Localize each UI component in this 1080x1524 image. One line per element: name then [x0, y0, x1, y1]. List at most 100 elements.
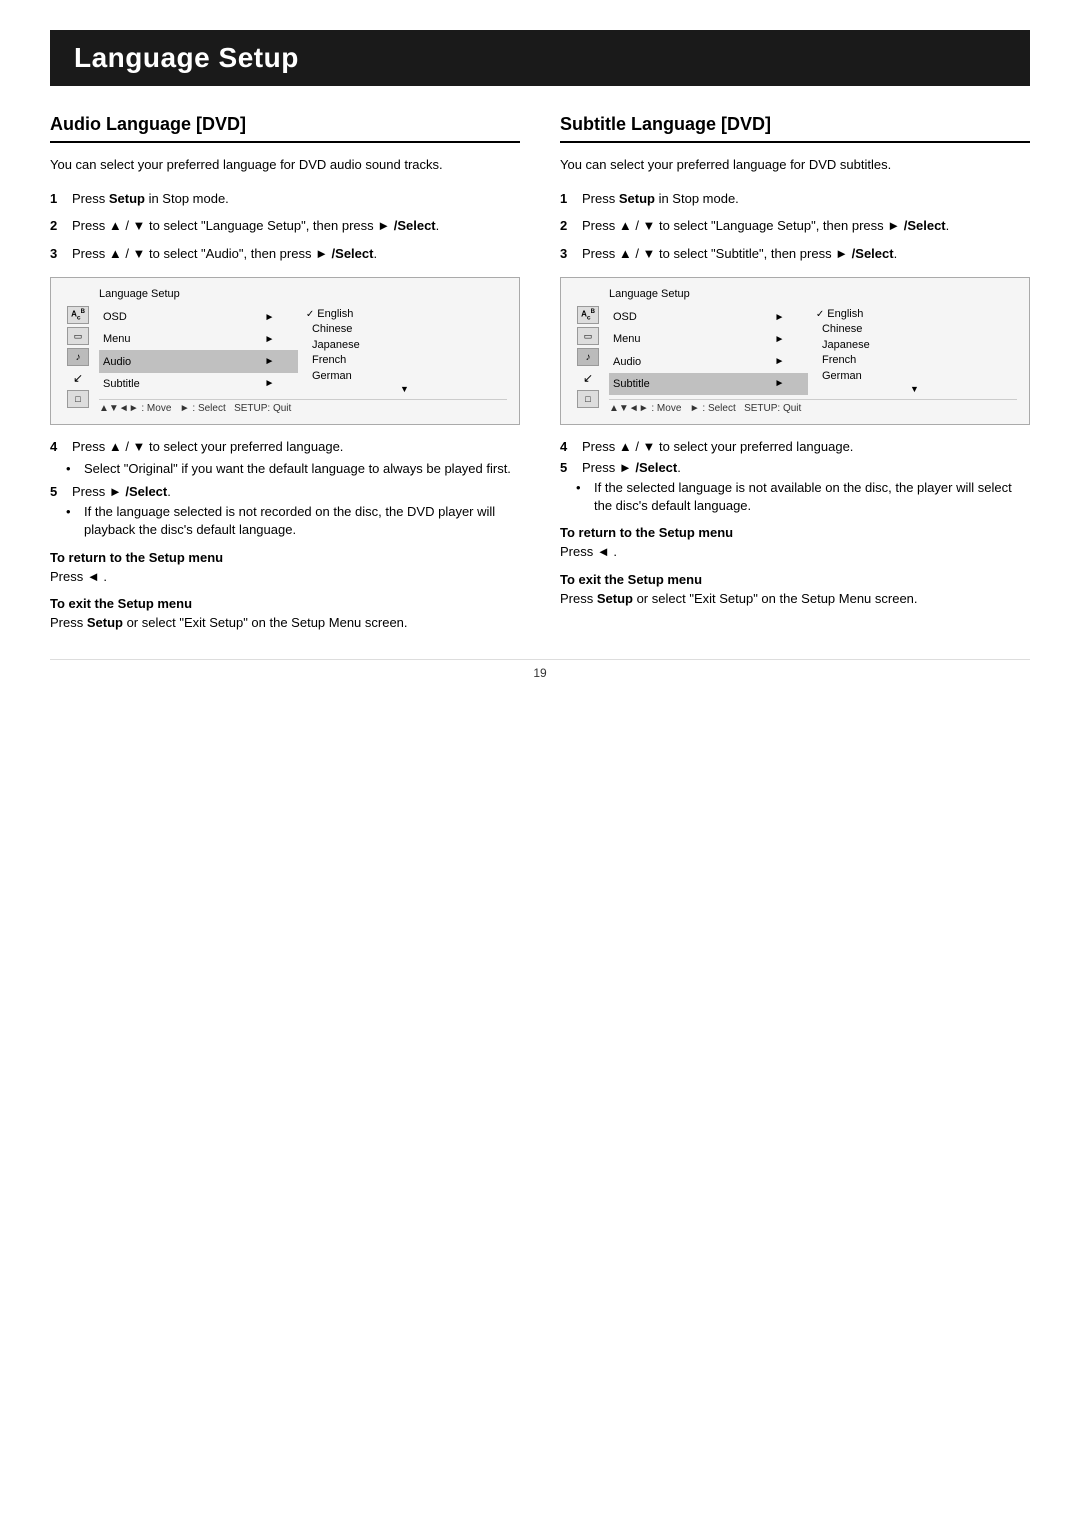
page-container: Language Setup Audio Language [DVD] You … [0, 0, 1080, 746]
icon-arrow: ↙ [67, 369, 89, 387]
subtitle-exit-heading: To exit the Setup menu [560, 572, 1030, 587]
menu-arrow-subtitle: ► [241, 373, 298, 395]
audio-screenshot-inner: AcB ▭ ♪ ↙ □ Language Setup OSD ► [63, 288, 507, 414]
subtitle-step-5: 5 Press ► /Select. [560, 460, 1030, 475]
audio-lang-list: ✓ English Chinese Japanese French German… [302, 307, 503, 394]
audio-section-heading: Audio Language [DVD] [50, 114, 520, 143]
subtitle-step-3-num: 3 [560, 244, 574, 264]
lang-german: German [306, 369, 503, 384]
menu-arrow-menu: ► [241, 328, 298, 350]
audio-step-1-num: 1 [50, 189, 64, 209]
subtitle-lang-english: ✓ English [816, 307, 1013, 322]
subtitle-icon-screen: ▭ [577, 327, 599, 345]
subtitle-step-4-content: Press ▲ / ▼ to select your preferred lan… [582, 439, 853, 454]
subtitle-exit-text: Press Setup or select "Exit Setup" on th… [560, 589, 1030, 609]
subtitle-step-5-bullet-text: If the selected language is not availabl… [594, 479, 1030, 515]
audio-bullet-dot: • [66, 460, 78, 478]
menu-arrow-audio: ► [241, 350, 298, 372]
audio-step-4-num: 4 [50, 439, 64, 454]
subtitle-step-2: 2 Press ▲ / ▼ to select "Language Setup"… [560, 216, 1030, 236]
audio-step-3-content: Press ▲ / ▼ to select "Audio", then pres… [72, 244, 520, 264]
subtitle-icon-abc: AcB [577, 306, 599, 324]
menu-arrow-osd: ► [241, 306, 298, 328]
subtitle-screen-main: Language Setup OSD ► ✓ English Chinese J [609, 288, 1017, 414]
audio-step-5-content: Press ► /Select. [72, 484, 171, 499]
menu-row-osd: OSD ► ✓ English Chinese Japanese French [99, 306, 507, 328]
audio-screen-icons: AcB ▭ ♪ ↙ □ [63, 288, 93, 414]
audio-step-3-num: 3 [50, 244, 64, 264]
audio-step-5-bullet-1: • If the language selected is not record… [66, 503, 520, 539]
two-col-layout: Audio Language [DVD] You can select your… [50, 114, 1030, 639]
subtitle-menu-item-osd: OSD [609, 306, 751, 328]
audio-step-1: 1 Press Setup in Stop mode. [50, 189, 520, 209]
subtitle-step-2-num: 2 [560, 216, 574, 236]
subtitle-lang-japanese: Japanese [816, 338, 1013, 353]
subtitle-step-5-content: Press ► /Select. [582, 460, 681, 475]
subtitle-menu-arrow-osd: ► [751, 306, 808, 328]
icon-music: ♪ [67, 348, 89, 366]
subtitle-step-2-content: Press ▲ / ▼ to select "Language Setup", … [582, 216, 1030, 236]
audio-return-heading: To return to the Setup menu [50, 550, 520, 565]
audio-step-5-num: 5 [50, 484, 64, 499]
menu-item-osd: OSD [99, 306, 241, 328]
audio-footer-text: ▲▼◄► : Move ► : Select SETUP: Quit [99, 403, 291, 414]
audio-step-5-bullet-text: If the language selected is not recorded… [84, 503, 520, 539]
subtitle-language-section: Subtitle Language [DVD] You can select y… [560, 114, 1030, 639]
menu-item-audio: Audio [99, 350, 241, 372]
subtitle-menu-item-menu: Menu [609, 328, 751, 350]
subtitle-lang-down-arrow: ▼ [816, 384, 1013, 394]
subtitle-step-4-num: 4 [560, 439, 574, 454]
icon-screen: ▭ [67, 327, 89, 345]
subtitle-return-text: Press ◄ . [560, 542, 1030, 562]
subtitle-lang-german: German [816, 369, 1013, 384]
subtitle-return-heading: To return to the Setup menu [560, 525, 1030, 540]
subtitle-menu-arrow-menu: ► [751, 328, 808, 350]
subtitle-menu-row-osd: OSD ► ✓ English Chinese Japanese French [609, 306, 1017, 328]
subtitle-footer-text: ▲▼◄► : Move ► : Select SETUP: Quit [609, 403, 801, 414]
subtitle-steps-list: 1 Press Setup in Stop mode. 2 Press ▲ / … [560, 189, 1030, 264]
menu-item-menu: Menu [99, 328, 241, 350]
subtitle-screen-title: Language Setup [609, 288, 1017, 300]
audio-step-4-bullet-1: • Select "Original" if you want the defa… [66, 460, 520, 478]
subtitle-screen-icons: AcB ▭ ♪ ↙ □ [573, 288, 603, 414]
lang-chinese: Chinese [306, 322, 503, 337]
subtitle-icon-arrow: ↙ [577, 369, 599, 387]
subtitle-menu-table: OSD ► ✓ English Chinese Japanese French [609, 306, 1017, 395]
audio-intro: You can select your preferred language f… [50, 155, 520, 175]
audio-screen-title: Language Setup [99, 288, 507, 300]
subtitle-step5-bullet-dot: • [576, 479, 588, 515]
audio-step-1-content: Press Setup in Stop mode. [72, 189, 520, 209]
page-number-text: 19 [533, 666, 546, 680]
title-banner: Language Setup [50, 30, 1030, 86]
icon-abc: AcB [67, 306, 89, 324]
subtitle-section-heading: Subtitle Language [DVD] [560, 114, 1030, 143]
menu-item-subtitle: Subtitle [99, 373, 241, 395]
audio-screenshot: AcB ▭ ♪ ↙ □ Language Setup OSD ► [50, 277, 520, 425]
subtitle-step-5-bullets: • If the selected language is not availa… [576, 479, 1030, 515]
page-number: 19 [50, 659, 1030, 686]
subtitle-step-5-bullet-1: • If the selected language is not availa… [576, 479, 1030, 515]
subtitle-lang-chinese: Chinese [816, 322, 1013, 337]
lang-english: ✓ English [306, 307, 503, 322]
subtitle-step-4: 4 Press ▲ / ▼ to select your preferred l… [560, 439, 1030, 454]
subtitle-lang-french: French [816, 353, 1013, 368]
audio-step-4-bullets: • Select "Original" if you want the defa… [66, 460, 520, 478]
audio-step-4: 4 Press ▲ / ▼ to select your preferred l… [50, 439, 520, 454]
audio-exit-heading: To exit the Setup menu [50, 596, 520, 611]
page-title: Language Setup [74, 42, 299, 74]
audio-step-2-num: 2 [50, 216, 64, 236]
subtitle-menu-arrow-subtitle: ► [751, 373, 808, 395]
lang-french: French [306, 353, 503, 368]
audio-step-5-bullets: • If the language selected is not record… [66, 503, 520, 539]
subtitle-icon-box: □ [577, 390, 599, 408]
icon-box: □ [67, 390, 89, 408]
subtitle-step-1-num: 1 [560, 189, 574, 209]
subtitle-step-3-content: Press ▲ / ▼ to select "Subtitle", then p… [582, 244, 1030, 264]
subtitle-menu-item-audio: Audio [609, 350, 751, 372]
subtitle-menu-arrow-audio: ► [751, 350, 808, 372]
subtitle-step-1-content: Press Setup in Stop mode. [582, 189, 1030, 209]
audio-step-2: 2 Press ▲ / ▼ to select "Language Setup"… [50, 216, 520, 236]
audio-step-4-bullet-text: Select "Original" if you want the defaul… [84, 460, 511, 478]
audio-exit-text: Press Setup or select "Exit Setup" on th… [50, 613, 520, 633]
subtitle-step-5-num: 5 [560, 460, 574, 475]
